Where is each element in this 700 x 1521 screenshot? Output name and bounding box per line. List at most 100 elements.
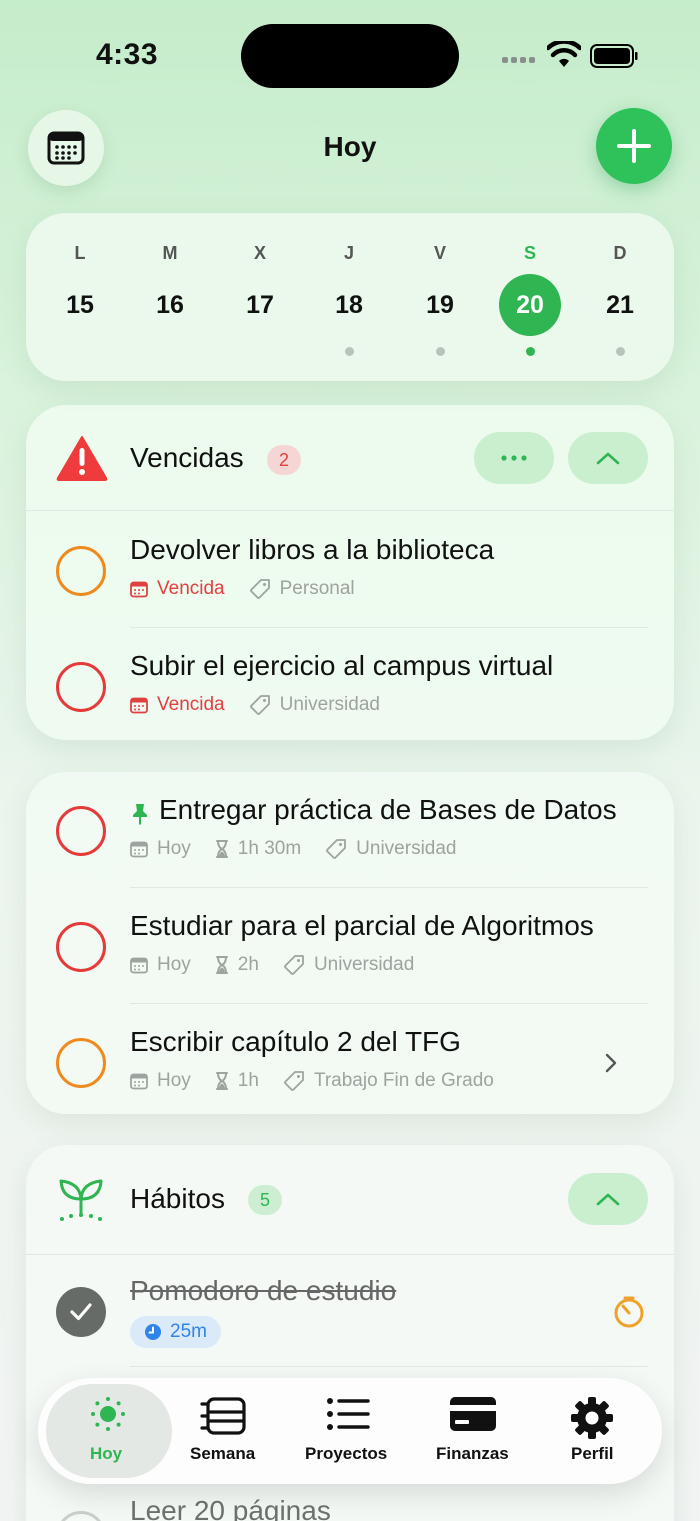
hourglass-icon [215, 840, 228, 858]
ellipsis-icon [501, 455, 527, 461]
task-date: Hoy [157, 1070, 191, 1091]
task-checkbox[interactable] [56, 806, 106, 856]
habit-checkbox-checked[interactable] [56, 1287, 106, 1337]
habit-timer-value: 25m [170, 1321, 207, 1342]
task-date: Hoy [157, 954, 191, 975]
today-tasks-section: Entregar práctica de Bases de Datos Hoy … [26, 772, 674, 1114]
task-checkbox[interactable] [56, 1038, 106, 1088]
day-event-dot [345, 347, 354, 356]
overdue-collapse-button[interactable] [568, 432, 648, 484]
task-date: Hoy [157, 838, 191, 859]
task-row[interactable]: Estudiar para el parcial de Algoritmos H… [26, 888, 674, 1004]
habits-collapse-button[interactable] [568, 1173, 648, 1225]
day-15[interactable]: L 15 [40, 213, 120, 381]
day-letter: J [343, 243, 354, 263]
day-letter: M [162, 243, 178, 263]
day-number: 18 [335, 291, 363, 319]
task-row[interactable]: Escribir capítulo 2 del TFG Hoy 1h Traba… [26, 1004, 674, 1114]
day-number: 16 [156, 291, 184, 319]
overdue-section: Vencidas 2 Devolver libros a la bibliote… [26, 405, 674, 740]
tab-label: Semana [190, 1444, 256, 1463]
tag-icon [249, 695, 270, 715]
day-letter: D [613, 243, 627, 263]
battery-icon [590, 44, 638, 68]
day-number: 17 [246, 291, 274, 319]
day-event-dot [436, 347, 445, 356]
task-title: Subir el ejercicio al campus virtual [130, 650, 554, 681]
day-19[interactable]: V 19 [400, 213, 480, 381]
task-tag: Universidad [313, 954, 415, 975]
habits-count-badge: 5 [248, 1185, 282, 1215]
pin-icon [133, 804, 147, 825]
day-letter: S [523, 243, 536, 263]
checkmark-icon [70, 1303, 92, 1321]
day-18[interactable]: J 18 [309, 213, 389, 381]
hourglass-icon [215, 1072, 228, 1090]
task-tag: Universidad [356, 838, 457, 859]
day-16[interactable]: M 16 [130, 213, 210, 381]
day-17[interactable]: X 17 [220, 213, 300, 381]
calendar-icon [130, 957, 148, 973]
tab-label: Proyectos [305, 1444, 388, 1463]
habit-timer-badge: 25m [130, 1316, 221, 1348]
tag-icon [284, 1071, 304, 1091]
overdue-title: Vencidas [130, 442, 244, 473]
add-task-button[interactable] [596, 108, 672, 184]
habits-header: Hábitos 5 [26, 1145, 674, 1255]
calendar-icon [130, 697, 148, 713]
habit-checkbox[interactable] [56, 1511, 106, 1521]
task-title: Estudiar para el parcial de Algoritmos [130, 910, 594, 941]
status-time: 4:33 [96, 38, 159, 71]
task-status: Vencida [157, 578, 225, 599]
sun-icon [91, 1397, 125, 1431]
chevron-right-icon[interactable] [604, 1052, 618, 1074]
chevron-up-icon [596, 1193, 620, 1206]
day-20[interactable]: S 20 [490, 213, 570, 381]
plus-icon [617, 129, 651, 163]
day-number: 20 [516, 291, 544, 319]
habit-row[interactable]: Leer 20 páginas [26, 1483, 674, 1521]
task-title: Entregar práctica de Bases de Datos [159, 794, 617, 825]
clock-icon [145, 1324, 161, 1340]
day-21[interactable]: D 21 [580, 213, 660, 381]
gear-icon [571, 1397, 613, 1439]
task-title: Escribir capítulo 2 del TFG [130, 1026, 461, 1057]
tab-label: Hoy [90, 1444, 123, 1463]
day-number: 19 [426, 291, 454, 319]
task-checkbox[interactable] [56, 546, 106, 596]
day-letter: V [433, 243, 446, 263]
task-tag: Trabajo Fin de Grado [313, 1070, 494, 1091]
sprout-icon [59, 1179, 103, 1221]
day-event-dot [526, 347, 535, 356]
task-checkbox[interactable] [56, 662, 106, 712]
cellular-signal-icon [502, 57, 535, 63]
task-row[interactable]: Devolver libros a la biblioteca Vencida … [26, 512, 674, 628]
task-row[interactable]: Entregar práctica de Bases de Datos Hoy … [26, 772, 674, 888]
task-duration: 1h [237, 1070, 259, 1091]
task-row[interactable]: Subir el ejercicio al campus virtual Ven… [26, 628, 674, 740]
task-tag: Universidad [279, 694, 380, 715]
habit-title: Pomodoro de estudio [130, 1275, 397, 1306]
day-letter: X [253, 243, 266, 263]
calendar-icon [130, 1073, 148, 1089]
list-icon [327, 1398, 370, 1430]
week-icon [200, 1397, 246, 1435]
day-event-dot [616, 347, 625, 356]
bottom-tab-bar: Hoy Semana Proyectos Finanzas Perfil [38, 1378, 662, 1484]
calendar-icon [130, 841, 148, 857]
overdue-more-button[interactable] [474, 432, 554, 484]
task-checkbox[interactable] [56, 922, 106, 972]
chevron-up-icon [596, 452, 620, 465]
task-duration: 1h 30m [237, 838, 302, 859]
warning-icon [56, 436, 108, 481]
tab-label: Perfil [571, 1444, 614, 1463]
wifi-icon [547, 41, 581, 67]
tag-icon [249, 579, 270, 599]
day-number: 15 [66, 291, 94, 319]
overdue-count-badge: 2 [267, 445, 301, 475]
timer-icon[interactable] [612, 1295, 646, 1329]
task-title: Devolver libros a la biblioteca [130, 534, 495, 565]
day-letter: L [74, 243, 86, 263]
card-icon [450, 1397, 496, 1431]
habit-row[interactable]: Pomodoro de estudio 25m [26, 1255, 674, 1367]
